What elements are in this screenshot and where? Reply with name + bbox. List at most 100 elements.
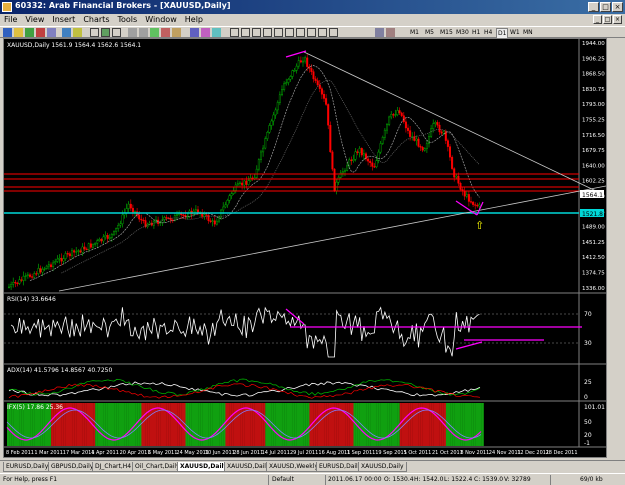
tab-xauusd-weekly[interactable]: XAUUSD,Weekly [266,462,321,472]
periods-icon[interactable] [201,28,210,37]
history-center-icon[interactable] [386,28,395,37]
crosshair-icon[interactable] [241,28,250,37]
plus-di-line [8,378,481,396]
navigator-icon[interactable] [36,28,45,37]
timeframe-m15[interactable]: M15 [440,28,453,37]
horizontal-line-icon[interactable] [263,28,272,37]
fisher-bar [366,403,369,446]
terminal-icon[interactable] [47,28,56,37]
child-close-button[interactable]: × [613,15,622,24]
close-button[interactable]: × [612,2,623,12]
line-chart-icon[interactable] [112,28,121,37]
fisher-bar [191,403,194,446]
timeframe-h1[interactable]: H1 [472,28,480,37]
tab-dj-chart-h4[interactable]: DJ_Chart,H4 [92,462,135,472]
fisher-bar [233,403,236,446]
timeframe-m5[interactable]: M5 [425,28,434,37]
candle-body [375,160,378,168]
fisher-bar [122,403,125,446]
tab-eurusd-daily[interactable]: EURUSD,Daily [3,462,52,472]
trendline-icon[interactable] [274,28,283,37]
candle-body [421,147,424,151]
candle-body [209,220,212,222]
fisher-bar [217,403,220,446]
candle-body [266,132,269,139]
date-tick-label: 21 Oct 2011 [432,450,463,456]
fibonacci-icon[interactable] [296,28,305,37]
candle-body [465,194,468,197]
price-tick-label: 1755.25 [582,118,605,124]
maximize-button[interactable]: □ [600,2,611,12]
cursor-icon[interactable] [230,28,239,37]
minus-di-line [8,383,481,399]
templates-icon[interactable] [212,28,221,37]
fisher-bar [88,403,92,446]
minimize-button[interactable]: _ [588,2,599,12]
open-folder-icon[interactable] [14,28,23,37]
price-chart-window[interactable]: 1944.00 1906.25 1868.50 1830.75 1793.00 1755.… [3,38,607,458]
market-watch-icon[interactable] [25,28,34,37]
timeframe-w1[interactable]: W1 [510,28,520,37]
menu-insert[interactable]: Insert [52,14,75,26]
menu-charts[interactable]: Charts [83,14,109,26]
timeframe-h4[interactable]: H4 [484,28,492,37]
tab-xauusd-daily-3[interactable]: XAUUSD,Daily [358,462,407,472]
indicators-icon[interactable] [190,28,199,37]
candle-body [215,220,218,225]
zoom-in-icon[interactable] [128,28,137,37]
menu-window[interactable]: Window [145,14,177,26]
fisher-tick-50: 50 [584,419,592,426]
label-icon[interactable] [318,28,327,37]
candle-body [423,148,426,151]
new-order-icon[interactable] [62,28,71,37]
fisher-bar [477,403,480,446]
fisher-bar [385,403,388,446]
new-chart-icon[interactable] [3,28,12,37]
candle-body [73,250,76,253]
menu-view[interactable]: View [25,14,44,26]
date-tick-label: 28 Jun 2011 [233,450,263,456]
arrows-icon[interactable] [329,28,338,37]
price-tick-label: 1793.00 [582,102,605,108]
chart-properties-icon[interactable] [375,28,384,37]
candle-body [312,71,315,80]
candle-body [140,218,143,221]
candle-body [440,131,443,134]
menu-file[interactable]: File [4,14,17,26]
autoscroll-icon[interactable] [161,28,170,37]
child-restore-button[interactable]: □ [603,15,612,24]
vertical-line-icon[interactable] [252,28,261,37]
candle-body [52,262,55,268]
candlestick-icon[interactable] [101,28,110,37]
profile-name[interactable]: Default [272,475,294,485]
candle-body [66,253,69,255]
fisher-bar [330,403,333,446]
candle-body [108,237,111,239]
tab-oil-chart-daily[interactable]: Oil_Chart,Daily [132,462,183,472]
zoom-out-icon[interactable] [139,28,148,37]
tile-windows-icon[interactable] [150,28,159,37]
fisher-bar [225,403,228,446]
candle-body [112,231,115,235]
chart-shift-icon[interactable] [172,28,181,37]
bar-chart-icon[interactable] [90,28,99,37]
tab-xauusd-daily-active[interactable]: XAUUSD,Daily [177,462,231,472]
menu-help[interactable]: Help [185,14,203,26]
timeframe-m30[interactable]: M30 [456,28,469,37]
equidistant-channel-icon[interactable] [285,28,294,37]
tab-gbpusd-daily[interactable]: GBPUSD,Daily [48,462,97,472]
timeframe-mn[interactable]: MN [523,28,533,37]
menu-tools[interactable]: Tools [117,14,137,26]
chart-canvas[interactable]: 1944.00 1906.25 1868.50 1830.75 1793.00 1755.… [4,39,606,457]
resistance-lines [4,173,579,192]
text-icon[interactable] [307,28,316,37]
child-minimize-button[interactable]: _ [593,15,602,24]
candle-body [449,146,452,158]
fisher-bar [408,403,411,446]
fisher-bar [124,403,127,446]
timeframe-m1[interactable]: M1 [410,28,419,37]
candle-body [407,127,410,131]
candle-body [457,175,460,184]
candle-body [245,180,248,185]
expert-advisors-icon[interactable] [73,28,82,37]
